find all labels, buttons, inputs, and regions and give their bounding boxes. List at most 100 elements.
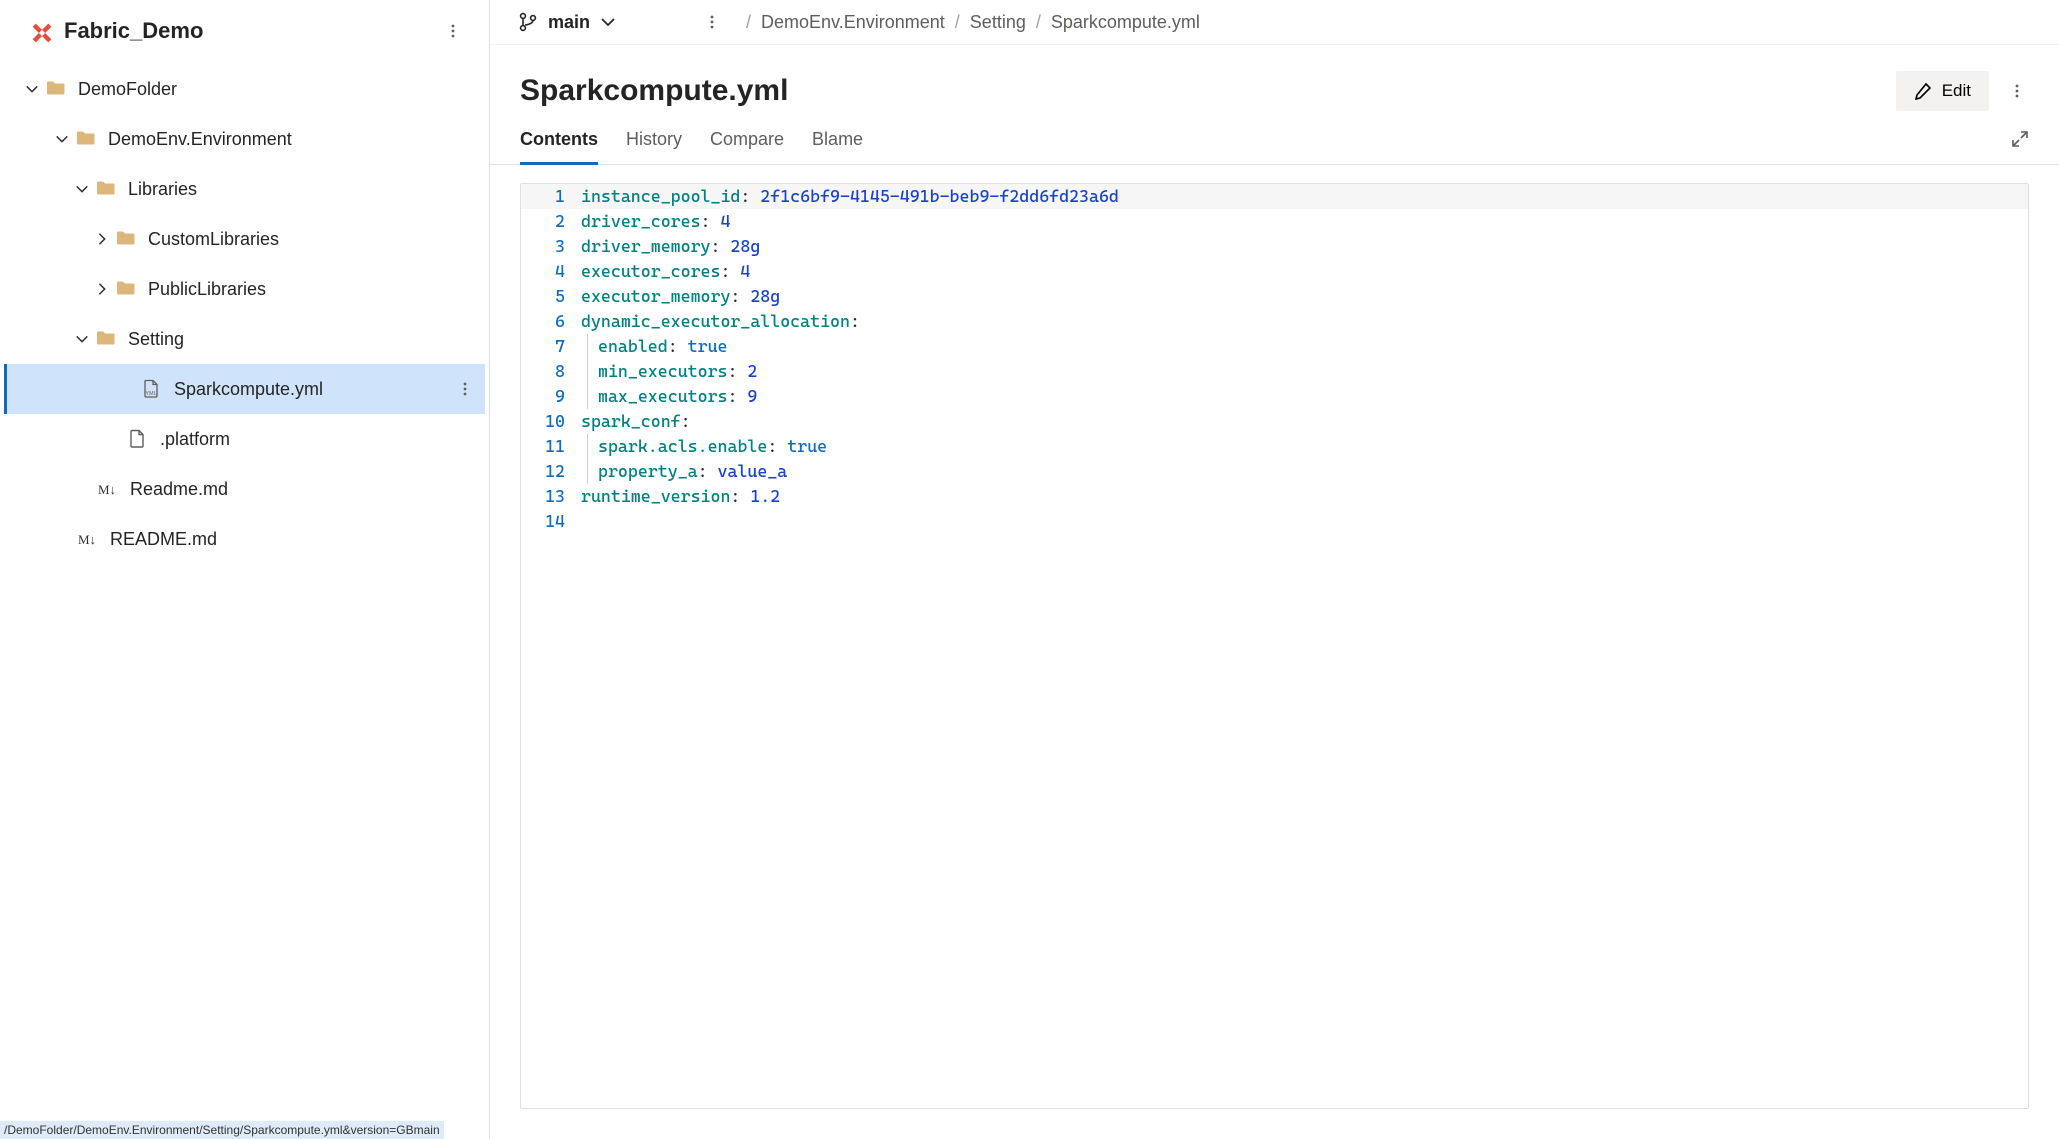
tree-item-label: Readme.md [130, 479, 477, 500]
main-panel: main / DemoEnv.Environment / Setting / S… [490, 0, 2059, 1139]
breadcrumb-current: Sparkcompute.yml [1051, 12, 1200, 33]
file-title: Sparkcompute.yml [520, 74, 1880, 108]
tree-item-demofolder[interactable]: DemoFolder [4, 64, 485, 114]
line-number: 8 [521, 359, 577, 384]
tab-contents[interactable]: Contents [520, 129, 598, 165]
tree-item-sparkcompute-yml[interactable]: Sparkcompute.yml [4, 364, 485, 414]
line-content: spark.acls.enable: true [587, 434, 827, 459]
code-line[interactable]: 3driver_memory: 28g [521, 234, 2028, 259]
chevron-down-icon[interactable] [74, 181, 90, 197]
tree-item-label: .platform [160, 429, 477, 450]
repo-title[interactable]: Fabric_Demo [64, 18, 429, 44]
file-tabs: Contents History Compare Blame [490, 111, 2059, 165]
branch-name: main [548, 12, 590, 33]
line-content [577, 509, 581, 534]
tree-item-label: DemoFolder [78, 79, 477, 100]
line-content: property_a: value_a [587, 459, 787, 484]
tree-item-label: CustomLibraries [148, 229, 477, 250]
tree-item-label: Setting [128, 329, 477, 350]
breadcrumbs: / DemoEnv.Environment / Setting / Sparkc… [746, 12, 1200, 33]
file-icon [128, 429, 148, 449]
chevron-right-icon[interactable] [94, 231, 110, 247]
tree-item-demoenv-environment[interactable]: DemoEnv.Environment [4, 114, 485, 164]
sidebar-header: Fabric_Demo [0, 0, 489, 56]
file-more-button[interactable] [2005, 79, 2029, 103]
line-number: 13 [521, 484, 577, 509]
line-content: executor_cores: 4 [577, 259, 750, 284]
status-bar-url: /DemoFolder/DemoEnv.Environment/Setting/… [0, 1121, 444, 1139]
line-number: 3 [521, 234, 577, 259]
topbar: main / DemoEnv.Environment / Setting / S… [490, 0, 2059, 45]
line-number: 5 [521, 284, 577, 309]
folder-icon [116, 229, 136, 249]
tree-item-label: README.md [110, 529, 477, 550]
tree-item-readme-md[interactable]: README.md [4, 514, 485, 564]
breadcrumb-item[interactable]: DemoEnv.Environment [761, 12, 945, 33]
code-line[interactable]: 10spark_conf: [521, 409, 2028, 434]
line-content: executor_memory: 28g [577, 284, 780, 309]
code-line[interactable]: 2driver_cores: 4 [521, 209, 2028, 234]
tab-history[interactable]: History [626, 129, 682, 165]
code-line[interactable]: 14 [521, 509, 2028, 534]
line-content: spark_conf: [577, 409, 691, 434]
line-number: 10 [521, 409, 577, 434]
code-line[interactable]: 7enabled: true [521, 334, 2028, 359]
tree-item-setting[interactable]: Setting [4, 314, 485, 364]
folder-icon [96, 329, 116, 349]
branch-more-button[interactable] [700, 10, 724, 34]
repo-more-button[interactable] [441, 19, 465, 43]
line-content: dynamic_executor_allocation: [577, 309, 860, 334]
fullscreen-button[interactable] [2011, 130, 2029, 163]
tree-item-label: Libraries [128, 179, 477, 200]
edit-button[interactable]: Edit [1896, 71, 1989, 111]
code-line[interactable]: 12 property_a: value_a [521, 459, 2028, 484]
tree-item--platform[interactable]: .platform [4, 414, 485, 464]
code-line[interactable]: 9 max_executors: 9 [521, 384, 2028, 409]
chevron-down-icon[interactable] [74, 331, 90, 347]
line-content: min_executors: 2 [587, 359, 757, 384]
line-number: 7 [521, 334, 577, 359]
line-number: 14 [521, 509, 577, 534]
tree-item-libraries[interactable]: Libraries [4, 164, 485, 214]
breadcrumb-item[interactable]: Setting [970, 12, 1026, 33]
sidebar: Fabric_Demo DemoFolder DemoEnv.Environmen… [0, 0, 490, 1139]
folder-icon [96, 179, 116, 199]
tree-item-more-button[interactable] [453, 377, 477, 401]
code-line[interactable]: 1instance_pool_id: 2f1c6bf9-4145-491b-be… [521, 184, 2028, 209]
code-line[interactable]: 8 min_executors: 2 [521, 359, 2028, 384]
code-line[interactable]: 13runtime_version: 1.2 [521, 484, 2028, 509]
tab-compare[interactable]: Compare [710, 129, 784, 165]
chevron-down-icon[interactable] [54, 131, 70, 147]
md-icon [78, 529, 98, 549]
tree-item-customlibraries[interactable]: CustomLibraries [4, 214, 485, 264]
tree-item-label: DemoEnv.Environment [108, 129, 477, 150]
code-line[interactable]: 5executor_memory: 28g [521, 284, 2028, 309]
line-content: max_executors: 9 [587, 384, 757, 409]
repo-icon [28, 19, 52, 43]
spacer [106, 431, 122, 447]
folder-icon [46, 79, 66, 99]
tab-blame[interactable]: Blame [812, 129, 863, 165]
yml-icon [142, 379, 162, 399]
line-number: 1 [521, 184, 577, 209]
line-number: 4 [521, 259, 577, 284]
code-line[interactable]: 11spark.acls.enable: true [521, 434, 2028, 459]
file-header: Sparkcompute.yml Edit [490, 45, 2059, 111]
line-content: driver_memory: 28g [577, 234, 760, 259]
breadcrumb-separator: / [955, 12, 960, 33]
edit-button-label: Edit [1942, 81, 1971, 101]
tree-item-label: Sparkcompute.yml [174, 379, 453, 400]
code-viewer[interactable]: 1instance_pool_id: 2f1c6bf9-4145-491b-be… [520, 183, 2029, 1109]
code-line[interactable]: 4executor_cores: 4 [521, 259, 2028, 284]
code-line[interactable]: 6dynamic_executor_allocation: [521, 309, 2028, 334]
file-tree: DemoFolder DemoEnv.Environment Libraries Cu… [0, 56, 489, 1139]
tree-item-readme-md[interactable]: Readme.md [4, 464, 485, 514]
branch-selector[interactable]: main [518, 12, 616, 33]
line-number: 12 [521, 459, 577, 484]
chevron-down-icon[interactable] [24, 81, 40, 97]
line-number: 9 [521, 384, 577, 409]
md-icon [98, 479, 118, 499]
tree-item-publiclibraries[interactable]: PublicLibraries [4, 264, 485, 314]
chevron-right-icon[interactable] [94, 281, 110, 297]
spacer [56, 531, 72, 547]
